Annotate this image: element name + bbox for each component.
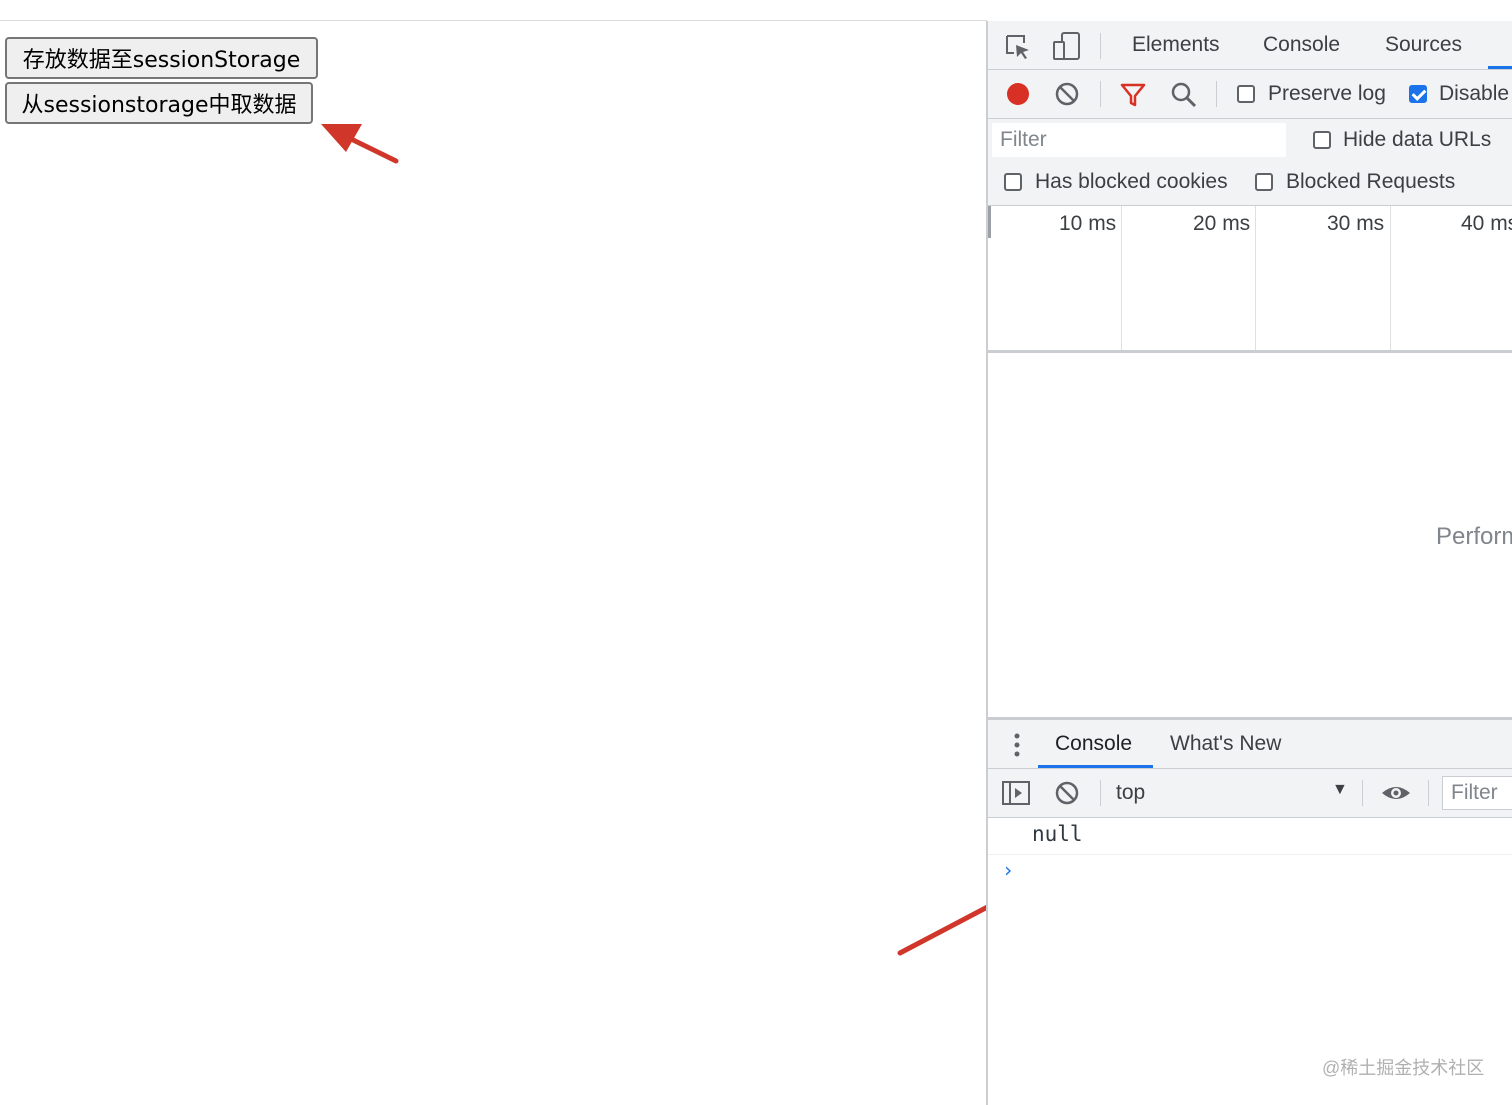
preserve-log-label: Preserve log [1268, 82, 1386, 105]
toolbar-separator [1100, 81, 1101, 107]
empty-state-text: Perform [1436, 523, 1512, 550]
hide-data-urls-checkbox[interactable] [1313, 131, 1331, 149]
timeline-tick-label: 40 ms [1461, 212, 1512, 235]
tab-console[interactable]: Console [1263, 21, 1340, 69]
has-blocked-cookies-checkbox[interactable] [1004, 173, 1022, 191]
network-filter-input[interactable]: Filter [992, 123, 1286, 157]
clear-icon[interactable] [1054, 81, 1080, 107]
save-to-session-storage-button[interactable]: 存放数据至sessionStorage [5, 37, 318, 79]
drawer-tab-console[interactable]: Console [1055, 720, 1132, 768]
eye-icon[interactable] [1380, 781, 1412, 805]
console-prompt[interactable]: › [1002, 858, 1014, 882]
has-blocked-cookies-label: Has blocked cookies [1035, 170, 1228, 193]
blocked-requests-checkbox[interactable] [1255, 173, 1273, 191]
console-message-text: null [1032, 822, 1083, 846]
timeline-gridline [1255, 206, 1256, 350]
toolbar-separator [1428, 780, 1429, 806]
inspect-element-icon[interactable] [1004, 33, 1032, 61]
toolbar-separator [1362, 780, 1363, 806]
search-icon[interactable] [1170, 81, 1198, 109]
devtools-panel: Elements Console Sources Preserve log Di… [986, 21, 1512, 1105]
timeline-gridline [1121, 206, 1122, 350]
sidebar-toggle-icon[interactable] [1002, 780, 1030, 806]
drawer-tab-bar: Console What's New [988, 720, 1512, 769]
network-toolbar: Preserve log Disable [988, 70, 1512, 119]
preserve-log-checkbox[interactable] [1237, 85, 1255, 103]
web-page: 存放数据至sessionStorage 从sessionstorage中取数据 [0, 21, 986, 1105]
toolbar-separator [1216, 81, 1217, 107]
tab-sources[interactable]: Sources [1385, 21, 1462, 69]
timeline-tick-label: 30 ms [1327, 212, 1385, 235]
context-selector[interactable]: top [1116, 769, 1145, 817]
console-message: null [988, 818, 1512, 855]
record-icon[interactable] [1004, 80, 1032, 108]
timeline-tick-label: 20 ms [1193, 212, 1251, 235]
console-toolbar: top ▼ Filter [988, 769, 1512, 818]
drawer-active-indicator [1038, 765, 1153, 768]
disable-cache-checkbox[interactable] [1409, 85, 1427, 103]
caret-down-icon[interactable]: ▼ [1332, 781, 1348, 799]
device-toolbar-icon[interactable] [1052, 31, 1082, 61]
watermark: @稀土掘金技术社区 [1322, 1058, 1485, 1078]
timeline-start-marker [988, 206, 991, 238]
network-overview-timeline[interactable]: 10 ms 20 ms 30 ms 40 ms [988, 206, 1512, 353]
get-from-session-storage-button[interactable]: 从sessionstorage中取数据 [5, 82, 313, 124]
blocked-requests-label: Blocked Requests [1286, 170, 1456, 193]
disable-cache-label: Disable [1439, 82, 1510, 105]
tab-network-active-indicator [1488, 66, 1512, 69]
hide-data-urls-label: Hide data URLs [1343, 128, 1492, 151]
clear-console-icon[interactable] [1054, 780, 1080, 806]
network-request-list: Perform [988, 353, 1512, 720]
tab-elements[interactable]: Elements [1132, 21, 1220, 69]
devtools-tab-bar: Elements Console Sources [988, 21, 1512, 70]
timeline-gridline [1390, 206, 1391, 350]
drawer-tab-whats-new[interactable]: What's New [1170, 720, 1281, 768]
console-filter-input[interactable]: Filter [1442, 776, 1512, 810]
toolbar-separator [1100, 33, 1101, 59]
toolbar-separator [1100, 780, 1101, 806]
filter-icon[interactable] [1119, 81, 1147, 109]
network-filter-bar: Filter Hide data URLs Has blocked cookie… [988, 119, 1512, 206]
more-vertical-icon[interactable] [1012, 732, 1022, 758]
timeline-tick-label: 10 ms [1059, 212, 1117, 235]
